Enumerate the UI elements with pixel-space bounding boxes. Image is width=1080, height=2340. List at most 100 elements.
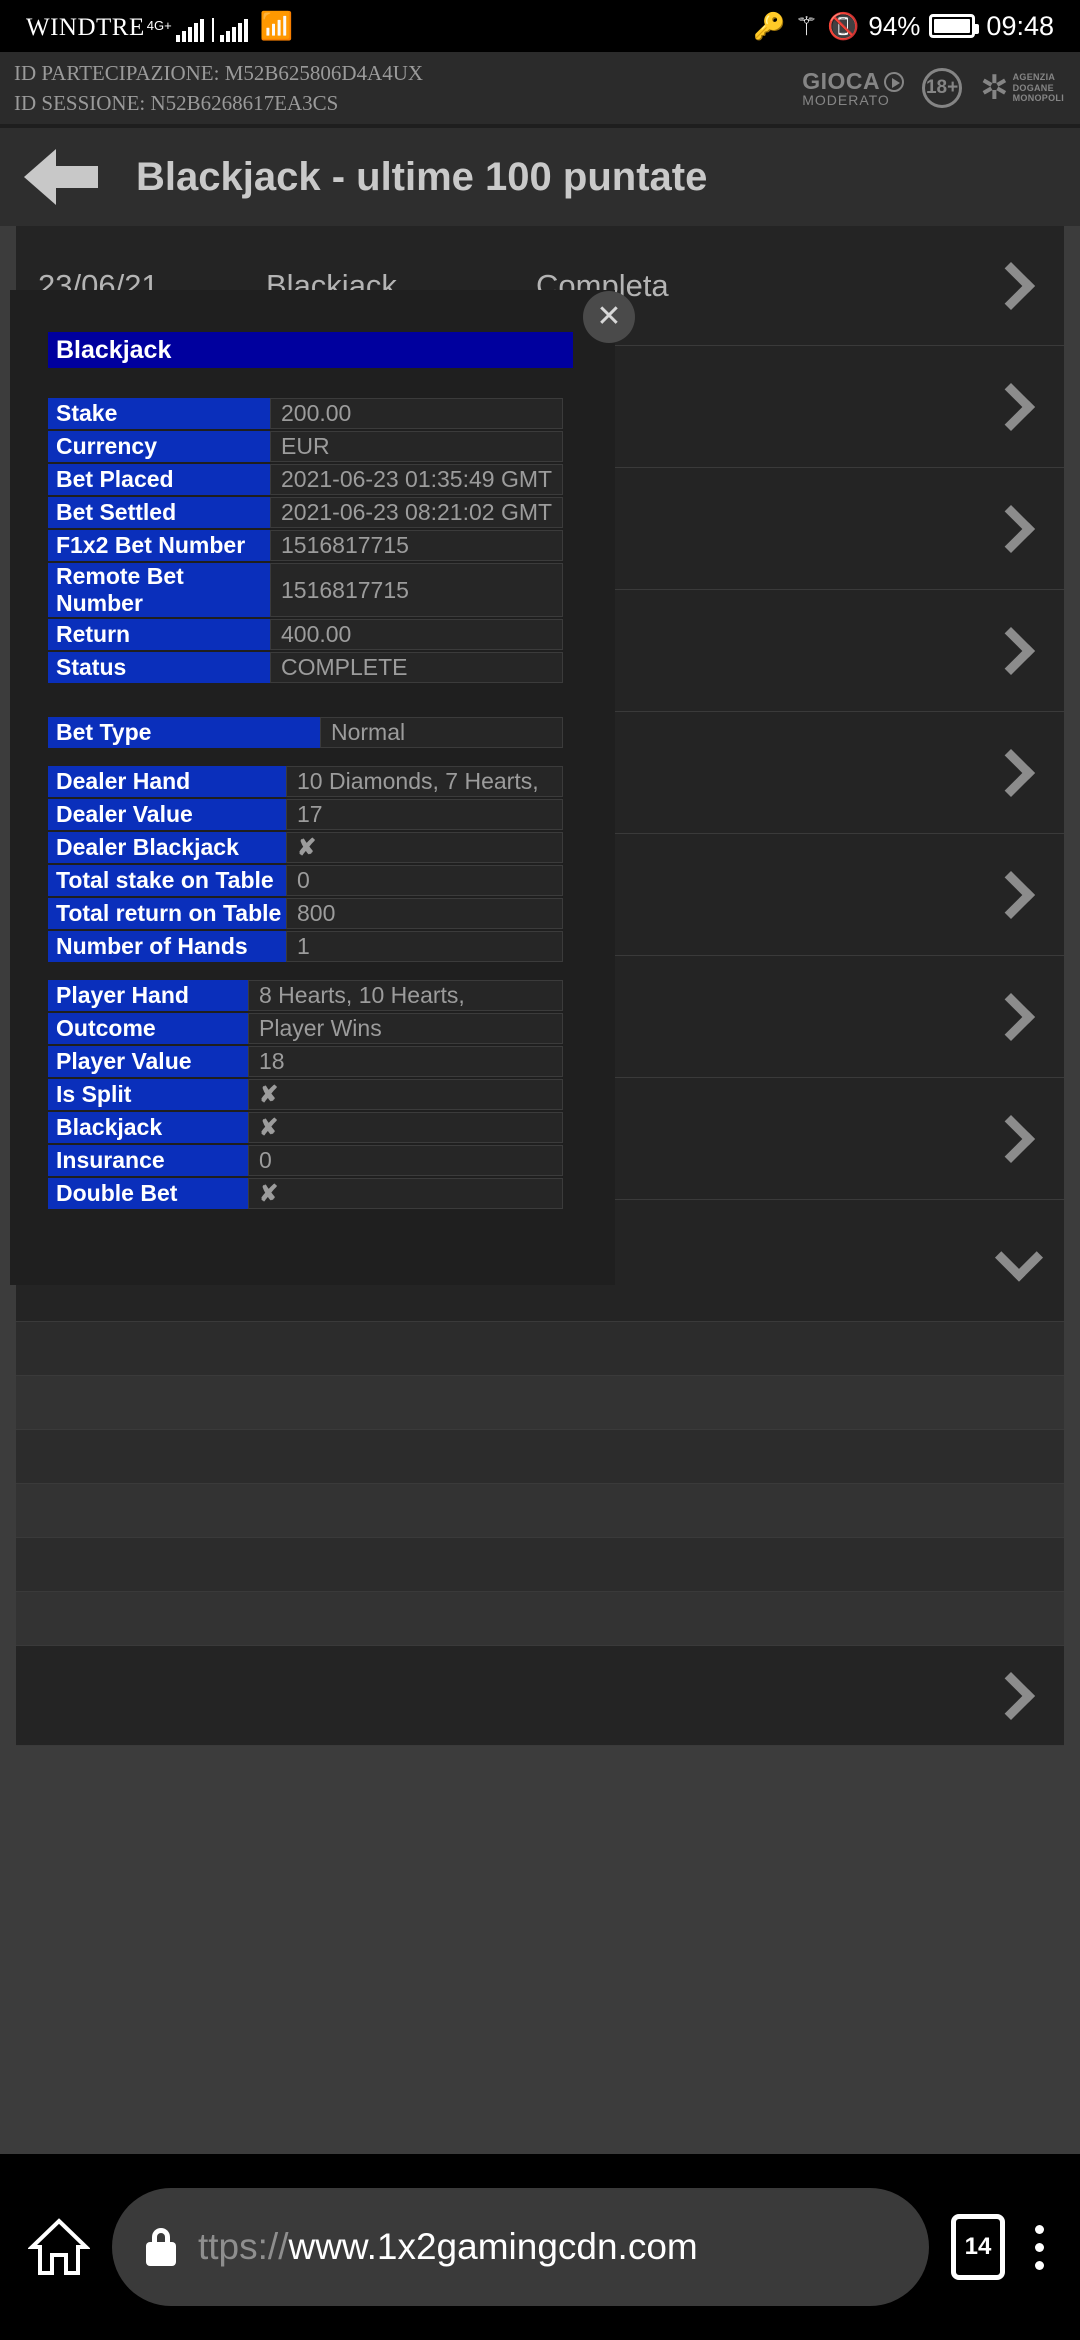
row-value: 10 Diamonds, 7 Hearts, <box>286 766 563 797</box>
table-row: Insurance 0 <box>48 1145 563 1176</box>
signal-bars-2-icon <box>219 18 248 42</box>
session-id: ID SESSIONE: N52B6268617EA3CS <box>14 91 339 115</box>
row-label: Number of Hands <box>48 931 286 962</box>
row-label: Bet Type <box>48 717 320 748</box>
url-text: ttps://www.1x2gamingcdn.com <box>198 2226 698 2268</box>
player-body: Player Hand 8 Hearts, 10 Hearts, Outcome P… <box>48 980 563 1209</box>
close-modal-button[interactable]: ✕ <box>583 291 635 343</box>
table-row: Status COMPLETE <box>48 652 563 683</box>
list-item[interactable] <box>16 1592 1064 1646</box>
bet-summary-table: Stake 200.00 Currency EUR Bet Placed 2021-0… <box>48 396 563 685</box>
session-ids: ID PARTECIPAZIONE: M52B625806D4A4UX ID S… <box>14 58 423 119</box>
table-row: Bet Type Normal <box>48 717 563 748</box>
row-label: Double Bet <box>48 1178 248 1209</box>
page-title: Blackjack - ultime 100 puntate <box>136 154 708 199</box>
list-item[interactable] <box>16 1322 1064 1376</box>
participation-id: ID PARTECIPAZIONE: M52B625806D4A4UX <box>14 60 424 85</box>
row-value: Normal <box>320 717 563 748</box>
overflow-menu-icon[interactable] <box>1027 2224 1052 2270</box>
row-label: Is Split <box>48 1079 248 1110</box>
adm-line2: DOGANE <box>1012 82 1054 93</box>
back-arrow-icon[interactable] <box>24 149 98 205</box>
row-label: F1x2 Bet Number <box>48 530 270 561</box>
adm-line1: AGENZIA <box>1012 72 1056 83</box>
player-table: Player Hand 8 Hearts, 10 Hearts, Outcome P… <box>48 978 563 1211</box>
row-value: 0 <box>286 865 563 896</box>
table-row: Bet Placed 2021-06-23 01:35:49 GMT <box>48 464 563 495</box>
vpn-key-icon: 🔑 <box>753 10 786 41</box>
adm-text: AGENZIA DOGANE MONOPOLI <box>1013 72 1064 103</box>
row-label: Dealer Value <box>48 799 286 830</box>
row-label: Outcome <box>48 1013 248 1044</box>
url-host: www.1x2gamingcdn.com <box>288 2226 698 2267</box>
table-row: Total stake on Table 0 <box>48 865 563 896</box>
bet-detail-modal: Blackjack Stake 200.00 Currency EUR Bet Pl… <box>10 290 615 1285</box>
chevron-right-icon[interactable] <box>986 1114 1036 1163</box>
table-row: Number of Hands 1 <box>48 931 563 962</box>
dealer-table: Dealer Hand 10 Diamonds, 7 Hearts, Dealer… <box>48 764 563 964</box>
wifi-icon: 📶 <box>259 11 294 41</box>
list-item[interactable] <box>16 1376 1064 1430</box>
battery-icon <box>929 14 980 38</box>
table-row: Is Split ✘ <box>48 1079 563 1110</box>
row-label: Remote Bet Number <box>48 563 270 617</box>
table-row: Remote Bet Number 1516817715 <box>48 563 563 617</box>
table-row: Dealer Value 17 <box>48 799 563 830</box>
row-value: 2021-06-23 08:21:02 GMT <box>270 497 563 528</box>
url-scheme: ttps:// <box>198 2226 289 2267</box>
regulatory-id-bar: ID PARTECIPAZIONE: M52B625806D4A4UX ID S… <box>0 52 1080 124</box>
list-item[interactable] <box>16 1430 1064 1484</box>
adm-logo: ✲ AGENZIA DOGANE MONOPOLI <box>980 71 1064 105</box>
row-label: Insurance <box>48 1145 248 1176</box>
list-item[interactable] <box>16 1484 1064 1538</box>
vibrate-icon: 📵 <box>827 10 860 41</box>
row-label: Player Value <box>48 1046 248 1077</box>
adm-line3: MONOPOLI <box>1012 93 1064 104</box>
row-label: Total return on Table <box>48 898 286 929</box>
list-item[interactable] <box>16 1538 1064 1592</box>
table-row: Currency EUR <box>48 431 563 462</box>
modal-title: Blackjack <box>48 332 573 368</box>
row-label: Bet Placed <box>48 464 270 495</box>
row-value: 1516817715 <box>270 563 563 617</box>
row-label: Bet Settled <box>48 497 270 528</box>
row-label: Currency <box>48 431 270 462</box>
chevron-right-icon[interactable] <box>986 261 1036 310</box>
play-icon <box>884 71 905 92</box>
home-icon[interactable] <box>27 2217 91 2277</box>
row-value: EUR <box>270 431 563 462</box>
clock-label: 09:48 <box>986 10 1054 41</box>
url-bar[interactable]: ttps://www.1x2gamingcdn.com <box>112 2188 929 2306</box>
row-label: Blackjack <box>48 1112 248 1143</box>
chevron-right-icon[interactable] <box>986 748 1036 797</box>
row-value: Player Wins <box>248 1013 563 1044</box>
table-row[interactable] <box>16 1646 1064 1746</box>
modal-content: Blackjack Stake 200.00 Currency EUR Bet Pl… <box>10 290 615 1211</box>
table-row: Blackjack ✘ <box>48 1112 563 1143</box>
row-value: ✘ <box>248 1079 563 1110</box>
table-row: Dealer Blackjack ✘ <box>48 832 563 863</box>
chevron-right-icon[interactable] <box>986 870 1036 919</box>
table-row: Dealer Hand 10 Diamonds, 7 Hearts, <box>48 766 563 797</box>
chevron-right-icon[interactable] <box>986 504 1036 553</box>
chevron-right-icon[interactable] <box>986 1671 1036 1720</box>
row-label: Stake <box>48 398 270 429</box>
table-row: Total return on Table 800 <box>48 898 563 929</box>
row-value: 1516817715 <box>270 530 563 561</box>
table-row: Bet Settled 2021-06-23 08:21:02 GMT <box>48 497 563 528</box>
chevron-right-icon[interactable] <box>986 382 1036 431</box>
tab-counter-button[interactable]: 14 <box>951 2214 1005 2280</box>
network-type-label: 4G+ <box>146 18 172 33</box>
row-value: ✘ <box>248 1178 563 1209</box>
chevron-right-icon[interactable] <box>986 626 1036 675</box>
signal-bars-icon <box>175 18 204 42</box>
chevron-down-icon[interactable] <box>994 1233 1044 1282</box>
app-header: Blackjack - ultime 100 puntate <box>0 128 1080 226</box>
row-label: Total stake on Table <box>48 865 286 896</box>
signal-divider <box>211 18 214 42</box>
chevron-right-icon[interactable] <box>986 992 1036 1041</box>
bluetooth-icon: ⚚ <box>794 10 818 41</box>
status-bar-right: 🔑 ⚚ 📵 94% 09:48 <box>753 11 1054 42</box>
table-row: Player Hand 8 Hearts, 10 Hearts, <box>48 980 563 1011</box>
